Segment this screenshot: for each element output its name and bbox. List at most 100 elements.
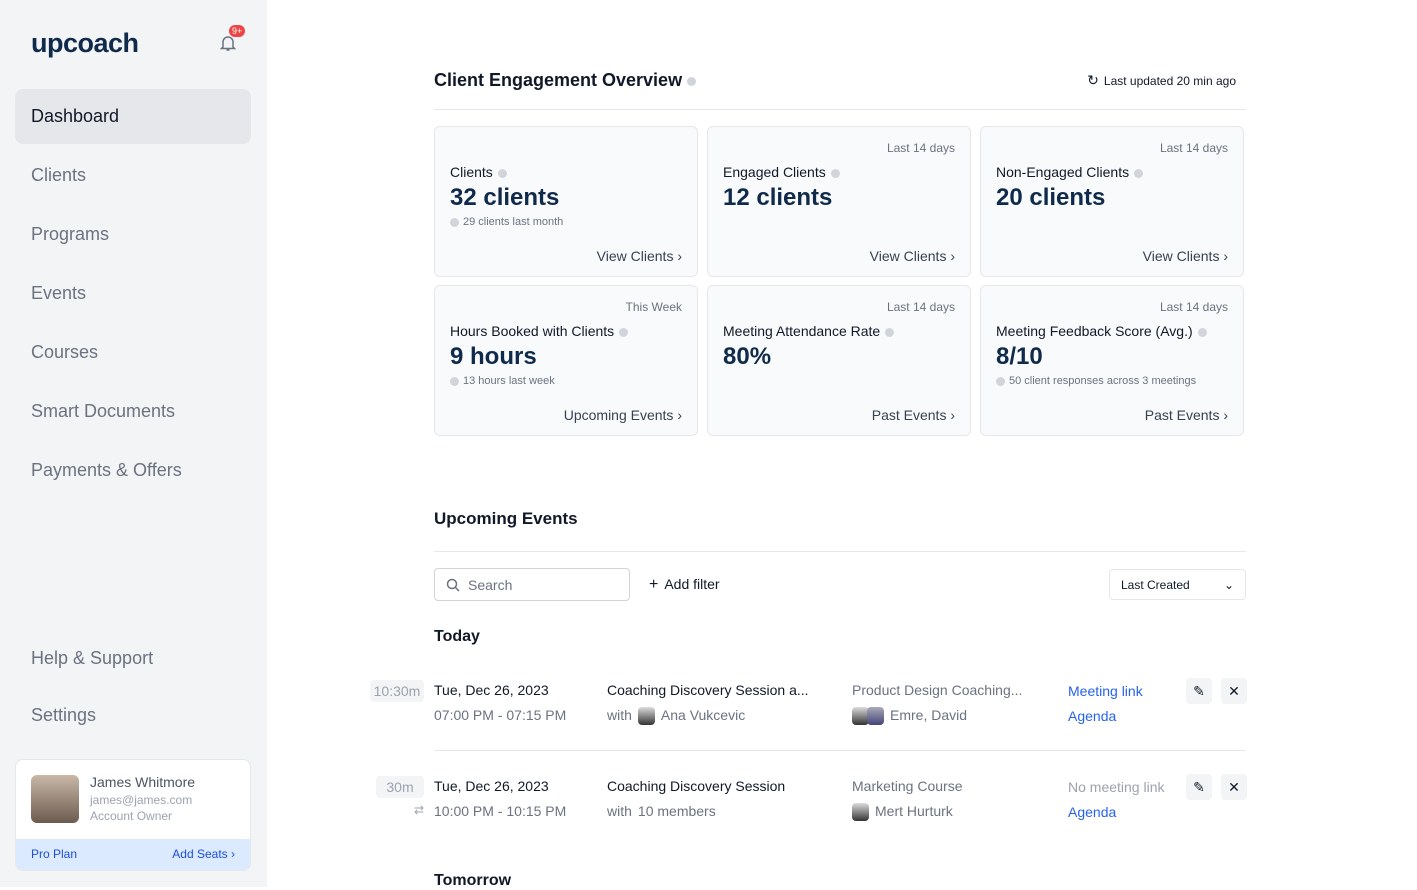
last-updated-text: Last updated 20 min ago (1104, 74, 1236, 88)
overview-title: Client Engagement Overview (434, 70, 696, 91)
sidebar-item-help[interactable]: Help & Support (15, 631, 251, 686)
add-filter-button[interactable]: +Add filter (649, 576, 720, 594)
sort-dropdown[interactable]: Last Created⌄ (1109, 569, 1246, 600)
sidebar-item-clients[interactable]: Clients (15, 148, 251, 203)
card-link[interactable]: View Clients › (870, 248, 955, 264)
event-program[interactable]: Marketing Course (852, 778, 963, 794)
card-period: Last 14 days (1160, 141, 1228, 155)
avatar (31, 775, 79, 823)
edit-button[interactable]: ✎ (1186, 774, 1212, 800)
card-link[interactable]: View Clients › (1143, 248, 1228, 264)
sidebar-item-programs[interactable]: Programs (15, 207, 251, 262)
search-placeholder: Search (468, 577, 512, 593)
sidebar-item-settings[interactable]: Settings (15, 688, 251, 743)
sidebar-item-dashboard[interactable]: Dashboard (15, 89, 251, 144)
event-date: Tue, Dec 26, 2023 (434, 778, 549, 794)
info-icon[interactable] (831, 169, 840, 178)
info-icon[interactable] (1134, 169, 1143, 178)
info-icon[interactable] (885, 328, 894, 337)
divider (434, 551, 1246, 552)
people-names: Emre, David (890, 707, 967, 723)
info-icon[interactable] (1198, 328, 1207, 337)
card-label: Clients (450, 164, 507, 180)
avatar (867, 707, 884, 725)
stat-card: Clients 32 clients 29 clients last month… (434, 126, 698, 277)
with-label: with (607, 707, 632, 723)
today-heading: Today (434, 628, 480, 646)
last-updated[interactable]: ↻ Last updated 20 min ago (1087, 72, 1236, 89)
with-name: Ana Vukcevic (661, 707, 745, 723)
overview-title-text: Client Engagement Overview (434, 70, 682, 90)
stat-card: Last 14 days Engaged Clients 12 clients … (707, 126, 971, 277)
duration-badge: 30m (376, 776, 424, 798)
plus-icon: + (649, 576, 658, 593)
card-link[interactable]: Upcoming Events › (564, 407, 682, 423)
meeting-link[interactable]: Meeting link (1068, 683, 1143, 699)
logo[interactable]: upcoach (31, 28, 139, 59)
card-label-text: Engaged Clients (723, 164, 826, 180)
user-card: James Whitmore james@james.com Account O… (15, 759, 251, 871)
event-people: Mert Hurturk (852, 803, 953, 821)
divider (434, 109, 1246, 110)
stat-card: Last 14 days Non-Engaged Clients 20 clie… (980, 126, 1244, 277)
card-label: Engaged Clients (723, 164, 840, 180)
edit-button[interactable]: ✎ (1186, 678, 1212, 704)
event-row[interactable]: 30m ⇄ Tue, Dec 26, 2023 10:00 PM - 10:15… (370, 766, 1246, 836)
plan-label: Pro Plan (31, 839, 77, 870)
info-icon[interactable] (619, 328, 628, 337)
search-icon (446, 578, 460, 592)
agenda-link[interactable]: Agenda (1068, 804, 1116, 820)
card-label: Meeting Attendance Rate (723, 323, 894, 339)
event-row[interactable]: 10:30m Tue, Dec 26, 2023 07:00 PM - 07:1… (370, 670, 1246, 740)
info-icon[interactable] (687, 77, 696, 86)
card-label-text: Meeting Feedback Score (Avg.) (996, 323, 1193, 339)
upcoming-events-title: Upcoming Events (434, 509, 578, 529)
card-period: Last 14 days (887, 300, 955, 314)
card-label: Meeting Feedback Score (Avg.) (996, 323, 1207, 339)
agenda-link[interactable]: Agenda (1068, 708, 1116, 724)
with-name: 10 members (638, 803, 716, 819)
people-names: Mert Hurturk (875, 803, 953, 819)
event-program[interactable]: Product Design Coaching... (852, 682, 1022, 698)
notification-badge: 9+ (229, 25, 245, 37)
user-role: Account Owner (90, 809, 172, 823)
card-period: Last 14 days (1160, 300, 1228, 314)
card-value: 9 hours (450, 343, 537, 371)
sidebar-item-courses[interactable]: Courses (15, 325, 251, 380)
add-seats-link[interactable]: Add Seats › (172, 839, 235, 870)
refresh-icon: ↻ (1087, 72, 1099, 88)
sort-value: Last Created (1121, 578, 1190, 591)
event-with: with10 members (607, 803, 716, 819)
card-link[interactable]: View Clients › (597, 248, 682, 264)
event-date: Tue, Dec 26, 2023 (434, 682, 549, 698)
event-title[interactable]: Coaching Discovery Session (607, 778, 785, 794)
sidebar-item-events[interactable]: Events (15, 266, 251, 321)
card-link[interactable]: Past Events › (1145, 407, 1228, 423)
recurring-icon: ⇄ (414, 803, 424, 817)
delete-button[interactable]: ✕ (1221, 774, 1247, 800)
close-icon: ✕ (1228, 779, 1240, 795)
delete-button[interactable]: ✕ (1221, 678, 1247, 704)
card-value: 32 clients (450, 184, 559, 212)
sidebar-item-smart-documents[interactable]: Smart Documents (15, 384, 251, 439)
event-time: 10:00 PM - 10:15 PM (434, 803, 566, 819)
stat-card: Last 14 days Meeting Attendance Rate 80%… (707, 285, 971, 436)
card-subtext-text: 29 clients last month (463, 216, 563, 228)
info-icon[interactable] (498, 169, 507, 178)
info-icon (450, 218, 459, 227)
duration-badge: 10:30m (370, 680, 424, 702)
card-value: 12 clients (723, 184, 832, 212)
info-icon (996, 377, 1005, 386)
stat-card: Last 14 days Meeting Feedback Score (Avg… (980, 285, 1244, 436)
search-input[interactable]: Search (434, 568, 630, 601)
close-icon: ✕ (1228, 683, 1240, 699)
card-value: 8/10 (996, 343, 1043, 371)
card-label-text: Clients (450, 164, 493, 180)
card-period: This Week (626, 300, 682, 314)
pencil-icon: ✎ (1193, 779, 1205, 795)
sidebar-item-payments[interactable]: Payments & Offers (15, 443, 251, 498)
event-title[interactable]: Coaching Discovery Session a... (607, 682, 809, 698)
card-subtext: 13 hours last week (450, 375, 555, 387)
card-link[interactable]: Past Events › (872, 407, 955, 423)
user-name: James Whitmore (90, 774, 195, 790)
